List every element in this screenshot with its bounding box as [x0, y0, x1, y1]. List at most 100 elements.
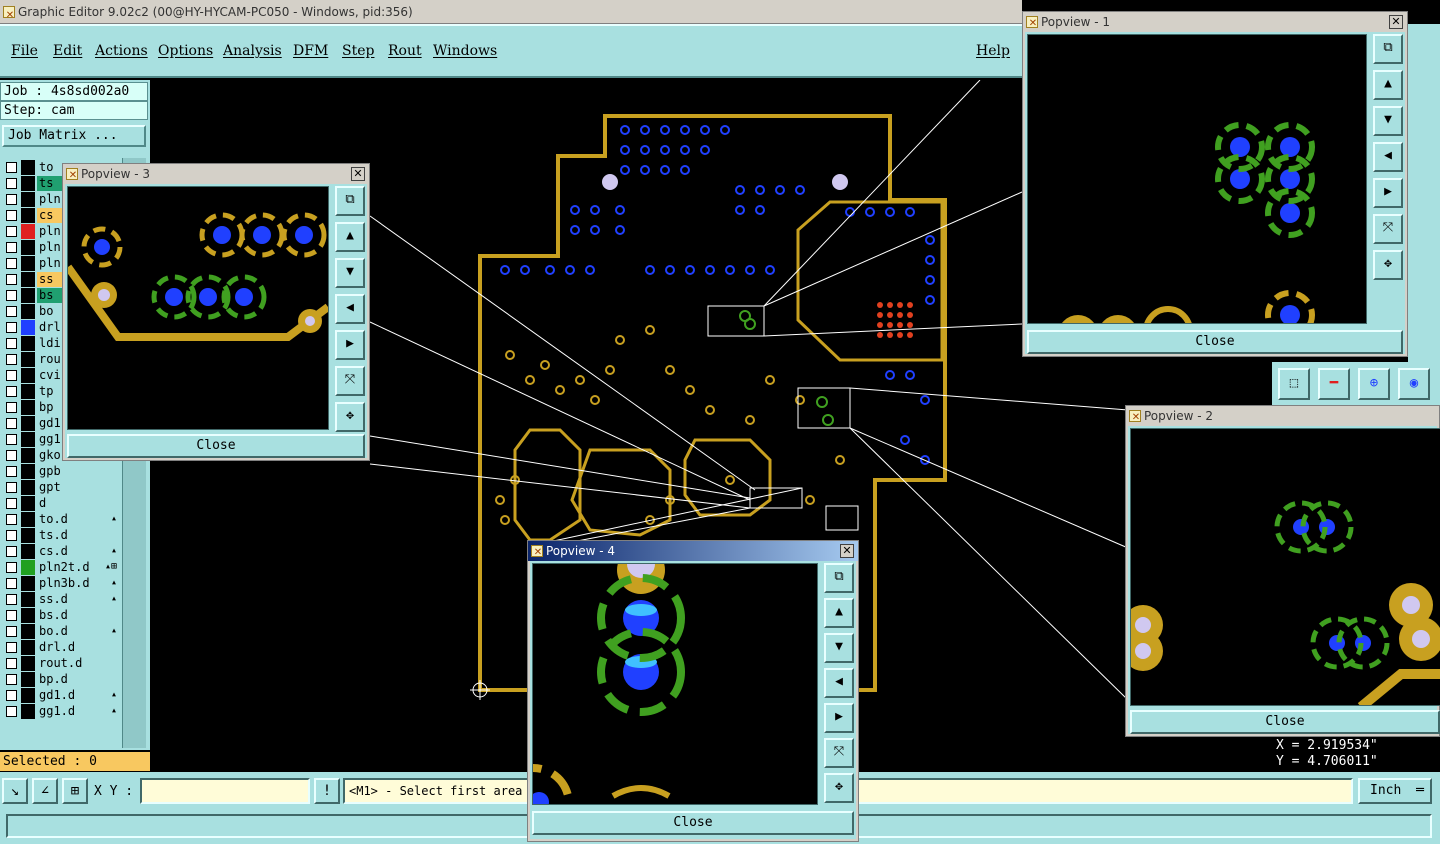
layer-row[interactable]: ss.d ▴ [2, 592, 120, 607]
menu-rout[interactable]: Rout [388, 43, 422, 59]
popview-4-titlebar[interactable]: Popview - 4 ✕ [528, 541, 858, 563]
popview-2-close-button[interactable]: Close [1130, 710, 1440, 734]
layer-name[interactable]: gpt [37, 480, 119, 495]
layer-row[interactable]: gpb [2, 464, 120, 479]
menu-step[interactable]: Step [342, 43, 374, 59]
popview-1-window[interactable]: Popview - 1 ✕ ⧉ ▲ ▼ ◀ ▶ ⤧ ✥ Close [1022, 11, 1408, 357]
pv4-pan-up-icon[interactable]: ▲ [824, 598, 854, 628]
layer-row[interactable]: cs.d ▴ [2, 544, 120, 559]
layer-row[interactable]: ts.d [2, 528, 120, 543]
popview-4-window[interactable]: Popview - 4 ✕ ⧉ ▲ ▼ ◀ ▶ ⤧ ✥ Close [527, 540, 859, 842]
layer-checkbox[interactable] [6, 178, 17, 189]
measure-tool-icon[interactable]: ━ [1318, 368, 1350, 400]
layer-name[interactable]: gg1.d ▴ [37, 704, 119, 719]
pv3-zoom-out-icon[interactable]: ⤧ [335, 366, 365, 396]
layer-checkbox[interactable] [6, 498, 17, 509]
layer-checkbox[interactable] [6, 578, 17, 589]
units-selector[interactable]: Inch ═ [1358, 778, 1432, 804]
layer-checkbox[interactable] [6, 370, 17, 381]
pv1-pan-up-icon[interactable]: ▲ [1373, 70, 1403, 100]
layer-row[interactable]: gg1.d ▴ [2, 704, 120, 719]
layer-checkbox[interactable] [6, 194, 17, 205]
popview-1-close-button[interactable]: Close [1027, 330, 1403, 354]
menu-file[interactable]: File [11, 43, 38, 59]
popview-3-close-button[interactable]: Close [67, 434, 365, 458]
popview-2-window[interactable]: Popview - 2 Close [1125, 405, 1440, 737]
layer-name[interactable]: drl.d [37, 640, 119, 655]
warning-icon[interactable]: ! [314, 778, 340, 804]
layer-checkbox[interactable] [6, 162, 17, 173]
layer-checkbox[interactable] [6, 354, 17, 365]
layer-name[interactable]: pln3b.d ▴ [37, 576, 119, 591]
layer-row[interactable]: bs.d [2, 608, 120, 623]
menu-dfm[interactable]: DFM [293, 43, 328, 59]
layer-checkbox[interactable] [6, 562, 17, 573]
layer-checkbox[interactable] [6, 306, 17, 317]
layer-name[interactable]: rout.d [37, 656, 119, 671]
menu-actions[interactable]: Actions [95, 43, 148, 59]
pv4-pan-right-icon[interactable]: ▶ [824, 703, 854, 733]
layer-row[interactable]: pln3b.d ▴ [2, 576, 120, 591]
layer-checkbox[interactable] [6, 690, 17, 701]
layer-row[interactable]: bo.d ▴ [2, 624, 120, 639]
layer-checkbox[interactable] [6, 706, 17, 717]
pv1-zoom-in-icon[interactable]: ✥ [1373, 250, 1403, 280]
layer-checkbox[interactable] [6, 674, 17, 685]
menu-options[interactable]: Options [158, 43, 213, 59]
pv3-zoom-in-icon[interactable]: ✥ [335, 402, 365, 432]
layer-checkbox[interactable] [6, 626, 17, 637]
menu-help[interactable]: Help [976, 43, 1010, 59]
layer-row[interactable]: to.d ▴ [2, 512, 120, 527]
layer-checkbox[interactable] [6, 594, 17, 605]
layer-checkbox[interactable] [6, 610, 17, 621]
pv3-pan-up-icon[interactable]: ▲ [335, 222, 365, 252]
layer-checkbox[interactable] [6, 434, 17, 445]
measure-icon[interactable]: ∠ [32, 778, 58, 804]
pv1-pan-left-icon[interactable]: ◀ [1373, 142, 1403, 172]
pv3-pan-down-icon[interactable]: ▼ [335, 258, 365, 288]
job-matrix-button[interactable]: Job Matrix ... [2, 125, 146, 147]
pv3-fit-icon[interactable]: ⧉ [335, 186, 365, 216]
layer-checkbox[interactable] [6, 642, 17, 653]
pv3-pan-right-icon[interactable]: ▶ [335, 330, 365, 360]
layer-checkbox[interactable] [6, 258, 17, 269]
popview-4-canvas[interactable] [532, 563, 818, 805]
popview-1-close-x-icon[interactable]: ✕ [1389, 15, 1403, 29]
layer-checkbox[interactable] [6, 402, 17, 413]
layer-row[interactable]: gd1.d ▴ [2, 688, 120, 703]
pv3-pan-left-icon[interactable]: ◀ [335, 294, 365, 324]
pv1-pan-down-icon[interactable]: ▼ [1373, 106, 1403, 136]
popview-1-canvas[interactable] [1027, 34, 1367, 324]
popview-3-close-x-icon[interactable]: ✕ [351, 167, 365, 181]
popview-4-close-button[interactable]: Close [532, 811, 854, 835]
layer-checkbox[interactable] [6, 514, 17, 525]
layer-checkbox[interactable] [6, 386, 17, 397]
layer-name[interactable]: to.d ▴ [37, 512, 119, 527]
pv4-zoom-in-icon[interactable]: ✥ [824, 773, 854, 803]
layer-row[interactable]: gpt [2, 480, 120, 495]
layer-name[interactable]: bo.d ▴ [37, 624, 119, 639]
layer-checkbox[interactable] [6, 418, 17, 429]
layer-name[interactable]: gpb [37, 464, 119, 479]
pv4-zoom-out-icon[interactable]: ⤧ [824, 738, 854, 768]
layer-checkbox[interactable] [6, 242, 17, 253]
layer-row[interactable]: rout.d [2, 656, 120, 671]
layer-row[interactable]: drl.d [2, 640, 120, 655]
layer-checkbox[interactable] [6, 226, 17, 237]
snap-tool-icon[interactable]: ⊕ [1358, 368, 1390, 400]
layer-checkbox[interactable] [6, 546, 17, 557]
layer-checkbox[interactable] [6, 658, 17, 669]
pv1-zoom-out-icon[interactable]: ⤧ [1373, 214, 1403, 244]
xy-input[interactable] [140, 778, 310, 804]
popview-3-window[interactable]: Popview - 3 ✕ ⧉ ▲ ▼ ◀ ▶ ⤧ ✥ Close [62, 163, 370, 461]
layer-checkbox[interactable] [6, 274, 17, 285]
layer-checkbox[interactable] [6, 210, 17, 221]
pv4-pan-left-icon[interactable]: ◀ [824, 668, 854, 698]
layer-checkbox[interactable] [6, 482, 17, 493]
layer-name[interactable]: pln2t.d ▴⊞ [37, 560, 119, 575]
pv4-pan-down-icon[interactable]: ▼ [824, 633, 854, 663]
popview-3-canvas[interactable] [67, 186, 329, 430]
pv1-fit-icon[interactable]: ⧉ [1373, 34, 1403, 64]
layer-name[interactable]: bs.d [37, 608, 119, 623]
zoom-tool-icon[interactable]: ◉ [1398, 368, 1430, 400]
